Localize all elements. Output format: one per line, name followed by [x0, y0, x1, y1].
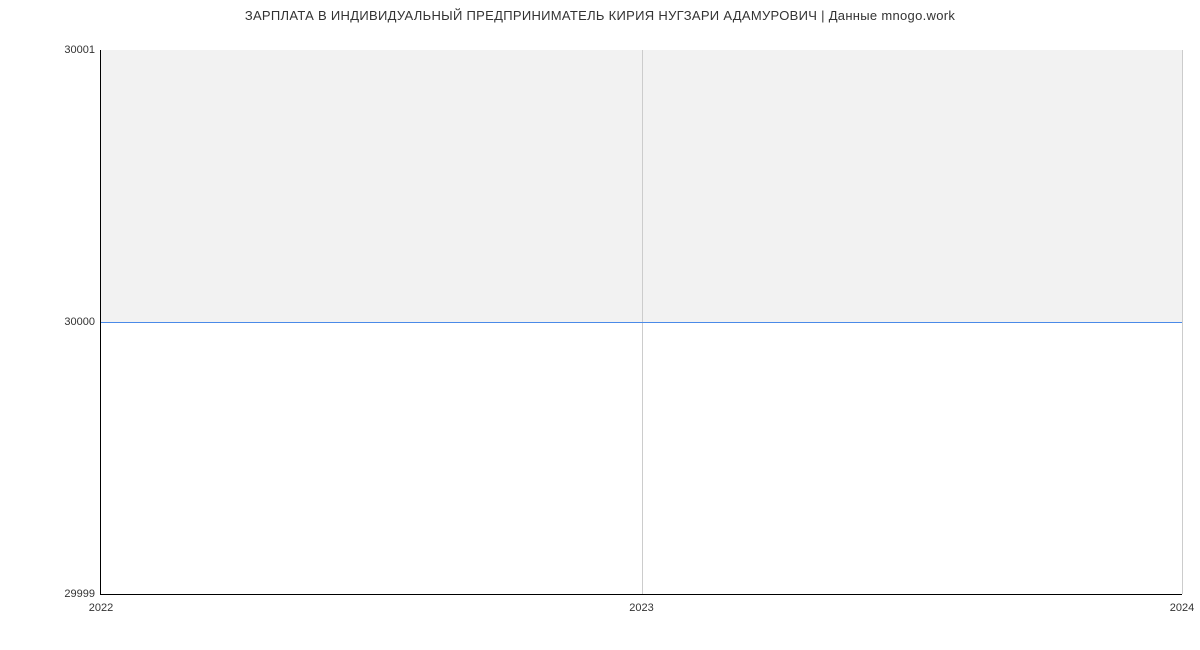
y-tick-bot: 29999	[64, 588, 95, 600]
chart-title: ЗАРПЛАТА В ИНДИВИДУАЛЬНЫЙ ПРЕДПРИНИМАТЕЛ…	[0, 0, 1200, 23]
grid-line-2024	[1182, 50, 1183, 594]
x-tick-2023: 2023	[629, 602, 653, 614]
x-tick-2024: 2024	[1170, 602, 1194, 614]
data-line	[101, 322, 1182, 323]
chart-plot: 30001 30000 29999 2022 2023 2024	[100, 50, 1182, 595]
y-tick-mid: 30000	[64, 316, 95, 328]
y-tick-top: 30001	[64, 44, 95, 56]
x-tick-2022: 2022	[89, 602, 113, 614]
plot-area: 30001 30000 29999 2022 2023 2024	[100, 50, 1182, 595]
